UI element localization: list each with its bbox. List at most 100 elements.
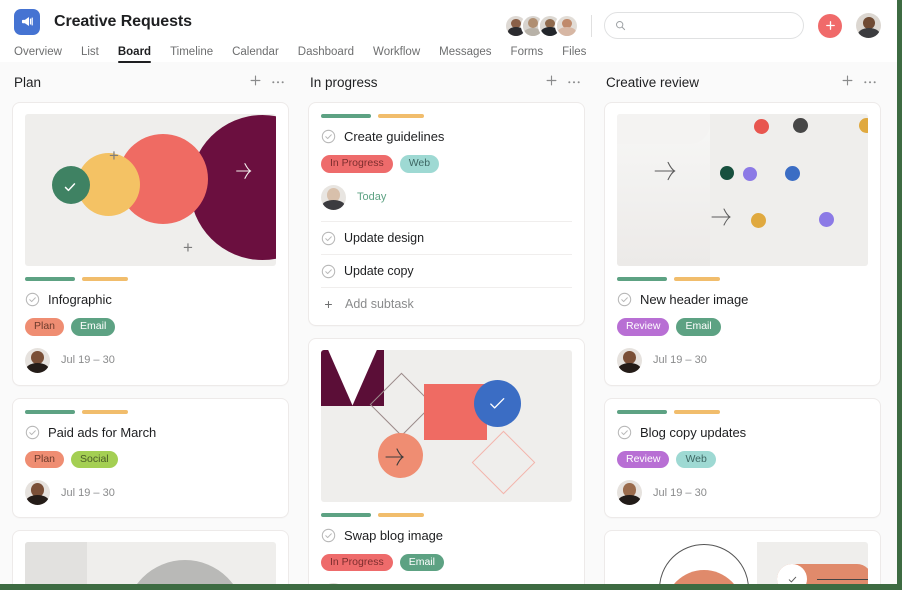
member-avatar-stack[interactable] bbox=[504, 13, 579, 38]
tag-review[interactable]: Review bbox=[617, 318, 670, 336]
subtask-label: Update copy bbox=[344, 264, 414, 278]
tab-files[interactable]: Files bbox=[562, 46, 586, 63]
subtask-row[interactable]: Update design bbox=[321, 220, 572, 254]
card-tags: Review Web bbox=[617, 450, 868, 468]
tab-forms[interactable]: Forms bbox=[511, 46, 544, 63]
add-task-icon[interactable] bbox=[841, 74, 854, 90]
progress-bar-green bbox=[617, 409, 667, 414]
assignee-avatar[interactable] bbox=[321, 583, 346, 584]
column-header: Creative review bbox=[604, 62, 881, 102]
tag-social[interactable]: Social bbox=[71, 450, 118, 468]
card-date: Jul 19 – 30 bbox=[61, 354, 115, 366]
profile-avatar[interactable] bbox=[856, 13, 881, 38]
assignee-avatar[interactable] bbox=[25, 347, 50, 373]
column-title: In progress bbox=[310, 74, 378, 90]
board-column-plan: Plan + + Infographic Plan Email Jul 19 –… bbox=[12, 62, 289, 584]
column-cards: New header image Review Email Jul 19 – 3… bbox=[604, 102, 881, 584]
header-actions bbox=[504, 12, 881, 39]
card-cover-dots-artwork bbox=[617, 114, 868, 266]
card-title: Infographic bbox=[48, 292, 112, 307]
board-area: Plan + + Infographic Plan Email Jul 19 –… bbox=[0, 62, 897, 584]
tag-plan[interactable]: Plan bbox=[25, 318, 65, 336]
assignee-avatar[interactable] bbox=[321, 184, 346, 210]
subtask-row[interactable]: Update copy bbox=[321, 253, 572, 287]
card-partial[interactable] bbox=[12, 530, 289, 584]
card-infographic[interactable]: + + Infographic Plan Email Jul 19 – 30 bbox=[12, 102, 289, 386]
complete-check-icon[interactable] bbox=[617, 425, 632, 440]
card-paid-ads-for-march[interactable]: Paid ads for March Plan Social Jul 19 – … bbox=[12, 397, 289, 518]
complete-check-icon[interactable] bbox=[25, 425, 40, 440]
card-progress-bars bbox=[321, 114, 572, 118]
add-subtask-button[interactable]: + Add subtask bbox=[321, 286, 572, 313]
tab-dashboard[interactable]: Dashboard bbox=[298, 46, 354, 63]
tag-email[interactable]: Email bbox=[399, 553, 444, 571]
add-task-icon[interactable] bbox=[545, 74, 558, 90]
tab-board[interactable]: Board bbox=[117, 46, 152, 63]
card-task-row[interactable]: Swap blog image bbox=[321, 528, 572, 543]
assignee-avatar[interactable] bbox=[617, 480, 642, 505]
card-meta: Jul 19 – 30 bbox=[25, 347, 276, 373]
card-progress-bars bbox=[25, 409, 276, 414]
card-swap-blog-image[interactable]: Swap blog image In Progress Email bbox=[308, 337, 585, 584]
card-progress-bars bbox=[617, 277, 868, 281]
search-input[interactable] bbox=[631, 19, 793, 32]
avatar[interactable] bbox=[555, 13, 579, 38]
card-title: New header image bbox=[640, 292, 749, 307]
tag-review[interactable]: Review bbox=[617, 450, 670, 468]
tag-web[interactable]: Web bbox=[676, 450, 716, 468]
card-task-row[interactable]: Blog copy updates bbox=[617, 425, 868, 440]
add-button[interactable] bbox=[818, 13, 842, 38]
app-window: Creative Requests Overview List Board Ti… bbox=[0, 0, 902, 590]
page-title: Creative Requests bbox=[54, 12, 192, 30]
progress-bar-amber bbox=[378, 512, 424, 517]
tag-web[interactable]: Web bbox=[399, 155, 440, 173]
tag-plan[interactable]: Plan bbox=[25, 450, 65, 468]
tab-messages[interactable]: Messages bbox=[439, 46, 491, 63]
card-meta: Jul 19 – 30 bbox=[25, 480, 276, 505]
add-subtask-label: Add subtask bbox=[345, 296, 414, 311]
card-task-row[interactable]: New header image bbox=[617, 292, 868, 307]
tab-list[interactable]: List bbox=[81, 46, 99, 63]
column-cards: Create guidelines In Progress Web Today bbox=[308, 102, 585, 584]
progress-bar-green bbox=[321, 512, 371, 517]
complete-check-icon[interactable] bbox=[321, 231, 336, 246]
column-menu-icon[interactable] bbox=[271, 75, 285, 90]
tag-email[interactable]: Email bbox=[71, 318, 116, 336]
card-task-row[interactable]: Infographic bbox=[25, 292, 276, 307]
complete-check-icon[interactable] bbox=[321, 264, 336, 279]
assignee-avatar[interactable] bbox=[25, 480, 50, 505]
tab-workflow[interactable]: Workflow bbox=[373, 46, 420, 63]
header-divider bbox=[591, 14, 592, 37]
column-menu-icon[interactable] bbox=[863, 75, 877, 90]
column-title: Plan bbox=[14, 74, 42, 90]
complete-check-icon[interactable] bbox=[321, 129, 336, 144]
tab-calendar[interactable]: Calendar bbox=[232, 46, 279, 63]
card-task-row[interactable]: Create guidelines bbox=[321, 129, 572, 144]
card-task-row[interactable]: Paid ads for March bbox=[25, 425, 276, 440]
board-column-creative-review: Creative review New header image Review … bbox=[604, 62, 881, 584]
card-cover-grey-circle-artwork bbox=[25, 542, 276, 584]
add-task-icon[interactable] bbox=[249, 74, 262, 90]
tag-in-progress[interactable]: In Progress bbox=[321, 155, 393, 173]
card-create-guidelines[interactable]: Create guidelines In Progress Web Today bbox=[308, 102, 585, 326]
card-meta: Today bbox=[321, 184, 572, 210]
plus-icon: + bbox=[324, 295, 333, 312]
tab-timeline[interactable]: Timeline bbox=[170, 46, 213, 63]
card-subtasks: Update design Update copy + Add subtask bbox=[321, 220, 572, 313]
card-partial[interactable] bbox=[604, 530, 881, 584]
complete-check-icon[interactable] bbox=[25, 292, 40, 307]
assignee-avatar[interactable] bbox=[617, 347, 642, 373]
card-new-header-image[interactable]: New header image Review Email Jul 19 – 3… bbox=[604, 102, 881, 386]
tag-email[interactable]: Email bbox=[676, 318, 721, 336]
card-progress-bars bbox=[617, 409, 868, 414]
complete-check-icon[interactable] bbox=[321, 528, 336, 543]
column-menu-icon[interactable] bbox=[567, 75, 581, 90]
card-blog-copy-updates[interactable]: Blog copy updates Review Web Jul 19 – 30 bbox=[604, 397, 881, 518]
board-column-in-progress: In progress Create guidelines In Progres… bbox=[308, 62, 585, 584]
complete-check-icon[interactable] bbox=[617, 292, 632, 307]
card-tags: In Progress Web bbox=[321, 155, 572, 173]
tab-overview[interactable]: Overview bbox=[14, 46, 62, 63]
tag-in-progress[interactable]: In Progress bbox=[321, 553, 393, 571]
search-box[interactable] bbox=[604, 12, 804, 39]
card-tags: Review Email bbox=[617, 318, 868, 336]
